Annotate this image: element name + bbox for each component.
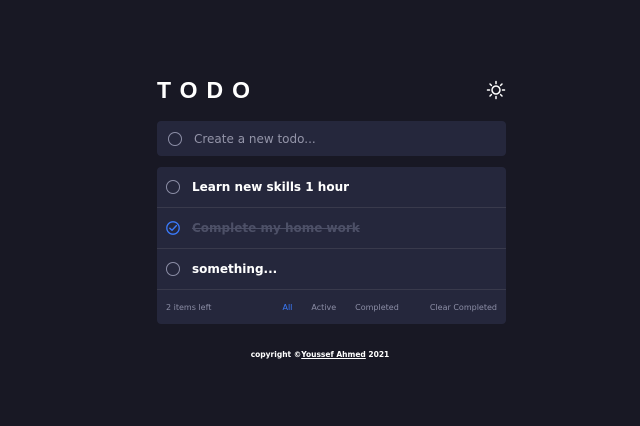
page-title: TODO — [157, 77, 260, 103]
filter-all[interactable]: All — [282, 303, 292, 312]
author-link[interactable]: Youssef Ahmed — [301, 350, 366, 359]
new-todo-bar — [157, 121, 506, 156]
checked-circle-icon[interactable] — [166, 221, 180, 235]
todo-item[interactable]: something... — [157, 249, 506, 290]
new-todo-circle-icon[interactable] — [168, 131, 182, 146]
copyright: copyright ©Youssef Ahmed 2021 — [0, 350, 640, 359]
todo-item-completed[interactable]: Complete my home work — [157, 208, 506, 249]
todo-text: Learn new skills 1 hour — [192, 180, 350, 194]
checkbox-circle-icon[interactable] — [166, 262, 180, 276]
todo-text: Complete my home work — [192, 221, 360, 235]
todo-text: something... — [192, 262, 278, 276]
filter-group: All Active Completed — [282, 303, 398, 312]
todo-app: TODO Learn new skil — [157, 78, 506, 324]
list-footer: 2 items left All Active Completed Clear … — [157, 290, 506, 324]
todo-item[interactable]: Learn new skills 1 hour — [157, 167, 506, 208]
items-left-count: 2 items left — [166, 302, 212, 312]
todo-list: Learn new skills 1 hour Complete my home… — [157, 167, 506, 324]
sun-icon — [486, 80, 506, 100]
checkbox-circle-icon[interactable] — [166, 180, 180, 194]
copyright-year: 2021 — [365, 350, 390, 359]
new-todo-input[interactable] — [194, 131, 474, 146]
filter-completed[interactable]: Completed — [355, 303, 399, 312]
theme-toggle-button[interactable] — [486, 80, 506, 100]
clear-completed-button[interactable]: Clear Completed — [430, 303, 497, 312]
filter-active[interactable]: Active — [311, 303, 336, 312]
copyright-prefix: copyright © — [250, 350, 302, 359]
header: TODO — [157, 78, 506, 102]
